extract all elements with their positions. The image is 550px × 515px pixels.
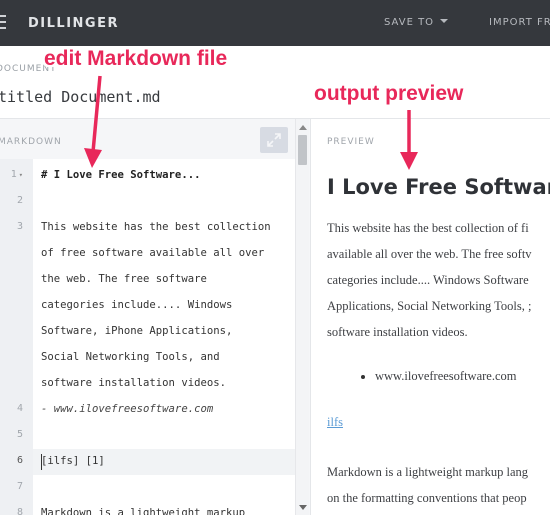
- edit-markdown-annotation: edit Markdown file: [44, 47, 228, 70]
- preview-paragraph-line: available all over the web. The free sof…: [327, 247, 532, 261]
- editor-line[interactable]: # I Love Free Software...: [33, 163, 295, 189]
- expand-editor-button[interactable]: [260, 127, 288, 153]
- editor-line[interactable]: categories include.... Windows: [33, 293, 295, 319]
- line-number-gutter: 1 ▾ 2 3 4 5 6 7 8: [0, 159, 33, 515]
- line-number: 4: [0, 403, 33, 414]
- editor-line[interactable]: - www.ilovefreesoftware.com: [33, 397, 295, 423]
- save-to-label: SAVE TO: [384, 17, 435, 28]
- markdown-editor-pane: MARKDOWN 1 ▾ 2 3 4 5 6 7 8 # I Love Free Softwar…: [0, 118, 310, 515]
- editor-line[interactable]: [ilfs] [1]: [33, 449, 295, 475]
- editor-line-text: Software, iPhone Applications,: [41, 325, 233, 337]
- line-number: 6: [0, 455, 33, 466]
- app-brand: DILLINGER: [28, 16, 119, 31]
- line-number: 1 ▾: [0, 169, 33, 180]
- editor-line[interactable]: [33, 189, 295, 215]
- editor-line-text: This website has the best collection: [41, 221, 271, 233]
- preview-paragraph-line: Applications, Social Networking Tools, ;: [327, 299, 532, 313]
- editor-line[interactable]: the web. The free software: [33, 267, 295, 293]
- import-from-menu[interactable]: IMPORT FR: [489, 17, 550, 28]
- editor-line[interactable]: [33, 475, 295, 501]
- line-number: 8: [0, 507, 33, 515]
- preview-title: I Love Free Software: [327, 175, 550, 199]
- editor-line[interactable]: [33, 423, 295, 449]
- editor-line[interactable]: Social Networking Tools, and: [33, 345, 295, 371]
- line-number-text: 4: [16, 403, 23, 414]
- save-to-menu[interactable]: SAVE TO: [384, 17, 449, 28]
- text-cursor: [41, 454, 42, 470]
- scrollbar-thumb[interactable]: [298, 135, 307, 165]
- fold-toggle-icon[interactable]: ▾: [19, 171, 23, 179]
- preview-paragraph-line: This website has the best collection of …: [327, 221, 529, 235]
- editor-line-text: Markdown is a lightweight markup: [41, 507, 246, 515]
- line-number-text: 2: [16, 195, 23, 206]
- top-navbar: DILLINGER SAVE TO IMPORT FR: [0, 0, 550, 46]
- line-number-text: 7: [16, 481, 23, 492]
- preview-paragraph-line: software installation videos.: [327, 325, 468, 339]
- editor-line-text: software installation videos.: [41, 377, 226, 389]
- expand-arrows-icon: [267, 133, 281, 147]
- line-number-text: 8: [16, 507, 23, 515]
- editor-header: MARKDOWN: [0, 137, 62, 147]
- preview-list-item: www.ilovefreesoftware.com: [375, 369, 517, 383]
- editor-line[interactable]: This website has the best collection: [33, 215, 295, 241]
- editor-line-text: categories include.... Windows: [41, 299, 233, 311]
- document-name-field[interactable]: titled Document.md: [0, 88, 161, 106]
- editor-line-text: # I Love Free Software...: [41, 169, 201, 181]
- scroll-up-arrow-icon[interactable]: [299, 125, 307, 130]
- editor-line-text: - www.ilovefreesoftware.com: [41, 403, 214, 415]
- output-preview-annotation: output preview: [314, 82, 464, 105]
- line-number-text: 1: [10, 169, 17, 180]
- scroll-down-arrow-icon[interactable]: [299, 505, 307, 510]
- hamburger-menu-icon[interactable]: [0, 15, 6, 29]
- line-number: 2: [0, 195, 33, 206]
- preview-paragraph-line: on the formatting conventions that peop: [327, 491, 527, 505]
- preview-header: PREVIEW: [327, 137, 375, 147]
- editor-line[interactable]: of free software available all over: [33, 241, 295, 267]
- line-number-text: 5: [16, 429, 23, 440]
- preview-link-ilfs[interactable]: ilfs: [327, 415, 343, 430]
- editor-line-text: the web. The free software: [41, 273, 207, 285]
- line-number: 5: [0, 429, 33, 440]
- preview-pane: PREVIEW I Love Free Software This websit…: [310, 118, 550, 515]
- chevron-down-icon: [440, 19, 449, 23]
- line-number: 3: [0, 221, 33, 232]
- preview-paragraph-line: categories include.... Windows Software: [327, 273, 529, 287]
- editor-scrollbar[interactable]: [295, 119, 309, 515]
- line-number-text: 3: [16, 221, 23, 232]
- editor-line-text: of free software available all over: [41, 247, 265, 259]
- editor-line[interactable]: Software, iPhone Applications,: [33, 319, 295, 345]
- editor-line[interactable]: software installation videos.: [33, 371, 295, 397]
- editor-line[interactable]: Markdown is a lightweight markup: [33, 501, 295, 515]
- line-number-text: 6: [16, 455, 23, 466]
- code-editor[interactable]: # I Love Free Software... This website ha…: [33, 159, 295, 515]
- list-bullet: [361, 375, 365, 379]
- line-number: 7: [0, 481, 33, 492]
- editor-line-text: Social Networking Tools, and: [41, 351, 220, 363]
- editor-line-text: [ilfs] [1]: [41, 455, 105, 467]
- preview-paragraph-line: Markdown is a lightweight markup lang: [327, 465, 529, 479]
